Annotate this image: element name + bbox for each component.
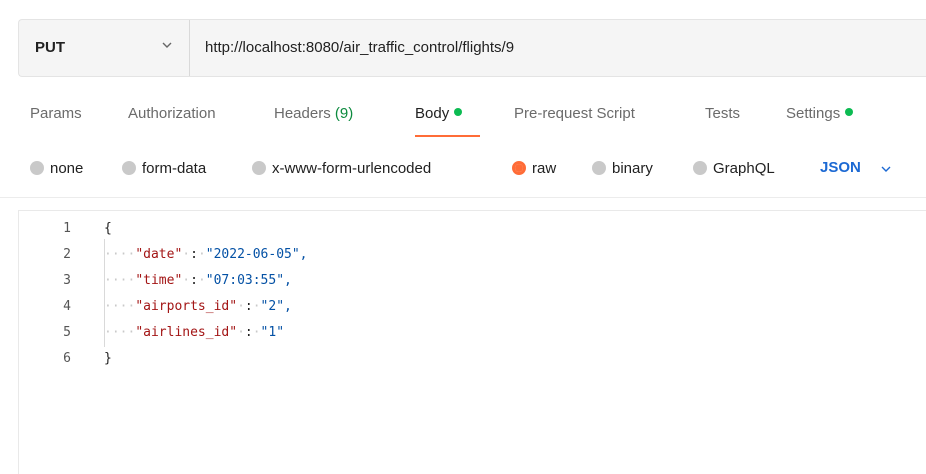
- tab-headers-label: Headers: [274, 105, 331, 122]
- active-tab-indicator: [415, 135, 480, 137]
- tab-pre-request-label: Pre-request Script: [514, 105, 635, 122]
- json-value: "07:03:55",: [205, 273, 292, 288]
- json-key: "airlines_id": [135, 325, 238, 340]
- tab-tests[interactable]: Tests: [705, 105, 740, 122]
- method-label: PUT: [35, 39, 65, 56]
- tab-headers[interactable]: Headers (9): [274, 105, 353, 122]
- code-close-brace: }: [104, 351, 112, 366]
- code-line: ····"airlines_id"·:·"1": [104, 325, 285, 340]
- divider: [0, 197, 926, 198]
- line-number: 5: [63, 325, 71, 340]
- status-dot-icon: [454, 108, 463, 116]
- radio-icon: [693, 161, 707, 175]
- code-line: ····"date"·:·"2022-06-05",: [104, 247, 308, 262]
- tab-tests-label: Tests: [705, 105, 741, 122]
- chevron-down-icon[interactable]: [879, 162, 893, 176]
- code-editor[interactable]: 1 2 3 4 5 6 { ····"date"·:·"2022-06-05",…: [18, 210, 926, 474]
- json-key: "airports_id": [135, 299, 238, 314]
- status-dot-icon: [845, 108, 854, 116]
- request-bar: PUT http://localhost:8080/air_traffic_co…: [18, 19, 926, 77]
- url-input[interactable]: http://localhost:8080/air_traffic_contro…: [205, 39, 514, 56]
- code-open-brace: {: [104, 221, 112, 236]
- json-value: "1": [260, 325, 285, 340]
- line-number: 4: [63, 299, 71, 314]
- json-value: "2022-06-05",: [205, 247, 308, 262]
- radio-binary-label: binary: [612, 160, 653, 177]
- code-line: ····"time"·:·"07:03:55",: [104, 273, 292, 288]
- line-number: 1: [63, 221, 71, 236]
- radio-graphql-label: GraphQL: [713, 160, 775, 177]
- radio-raw[interactable]: raw: [512, 160, 556, 180]
- radio-form-data-label: form-data: [142, 160, 207, 177]
- top-strip: [0, 0, 926, 6]
- tab-authorization[interactable]: Authorization: [128, 105, 216, 122]
- radio-icon: [30, 161, 44, 175]
- tab-params-label: Params: [30, 105, 82, 122]
- chevron-down-icon: [162, 42, 172, 48]
- radio-icon: [592, 161, 606, 175]
- radio-urlencoded-label: x-www-form-urlencoded: [272, 160, 432, 177]
- radio-graphql[interactable]: GraphQL: [693, 160, 775, 180]
- json-key: "time": [135, 273, 183, 288]
- radio-form-data[interactable]: form-data: [122, 160, 206, 180]
- line-number: 6: [63, 351, 71, 366]
- radio-selected-icon: [512, 161, 526, 175]
- json-value: "2",: [260, 299, 292, 314]
- headers-count: (9): [334, 105, 354, 122]
- radio-icon: [122, 161, 136, 175]
- language-select[interactable]: JSON: [820, 159, 861, 176]
- tab-params[interactable]: Params: [30, 105, 82, 122]
- body-type-selector: none form-data x-www-form-urlencoded raw…: [0, 156, 926, 184]
- request-tabs: Params Authorization Headers (9) Body Pr…: [0, 100, 926, 140]
- tab-body[interactable]: Body: [415, 105, 463, 122]
- json-key: "date": [135, 247, 183, 262]
- tab-pre-request-script[interactable]: Pre-request Script: [514, 105, 635, 122]
- radio-raw-label: raw: [532, 160, 557, 177]
- tab-body-label: Body: [415, 105, 450, 122]
- line-number: 3: [63, 273, 71, 288]
- radio-binary[interactable]: binary: [592, 160, 653, 180]
- line-gutter: 1 2 3 4 5 6: [19, 211, 101, 474]
- radio-urlencoded[interactable]: x-www-form-urlencoded: [252, 160, 431, 180]
- tab-authorization-label: Authorization: [128, 105, 216, 122]
- radio-none-label: none: [50, 160, 84, 177]
- code-line: ····"airports_id"·:·"2",: [104, 299, 292, 314]
- method-select[interactable]: PUT: [19, 20, 190, 76]
- line-number: 2: [63, 247, 71, 262]
- tab-settings[interactable]: Settings: [786, 105, 854, 122]
- radio-icon: [252, 161, 266, 175]
- tab-settings-label: Settings: [786, 105, 841, 122]
- radio-none[interactable]: none: [30, 160, 83, 180]
